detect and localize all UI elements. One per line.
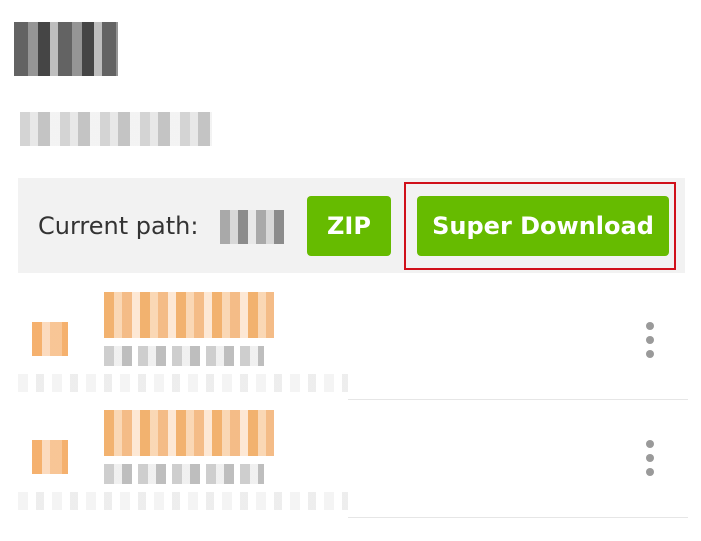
more-options-icon[interactable]: [638, 322, 662, 358]
list-item[interactable]: [18, 400, 688, 518]
dot: [646, 350, 654, 358]
dot: [646, 440, 654, 448]
current-path-label: Current path:: [38, 212, 199, 240]
dot: [646, 322, 654, 330]
list-item[interactable]: [18, 282, 688, 400]
path-toolbar: Current path: ZIP Super Download: [18, 178, 685, 273]
row-divider: [348, 517, 688, 518]
dot: [646, 454, 654, 462]
folder-icon: [32, 440, 68, 474]
obfuscated-item-description: [18, 492, 348, 510]
obfuscated-item-meta: [104, 464, 264, 484]
dot: [646, 336, 654, 344]
more-options-icon[interactable]: [638, 440, 662, 476]
super-download-button[interactable]: Super Download: [417, 196, 669, 256]
obfuscated-subtitle: [20, 112, 212, 146]
obfuscated-title: [14, 22, 118, 76]
folder-icon: [32, 322, 68, 356]
obfuscated-item-name[interactable]: [104, 292, 274, 338]
zip-button[interactable]: ZIP: [307, 196, 391, 256]
obfuscated-item-meta: [104, 346, 264, 366]
obfuscated-item-name[interactable]: [104, 410, 274, 456]
dot: [646, 468, 654, 476]
obfuscated-current-path: [220, 210, 284, 244]
obfuscated-item-description: [18, 374, 348, 392]
